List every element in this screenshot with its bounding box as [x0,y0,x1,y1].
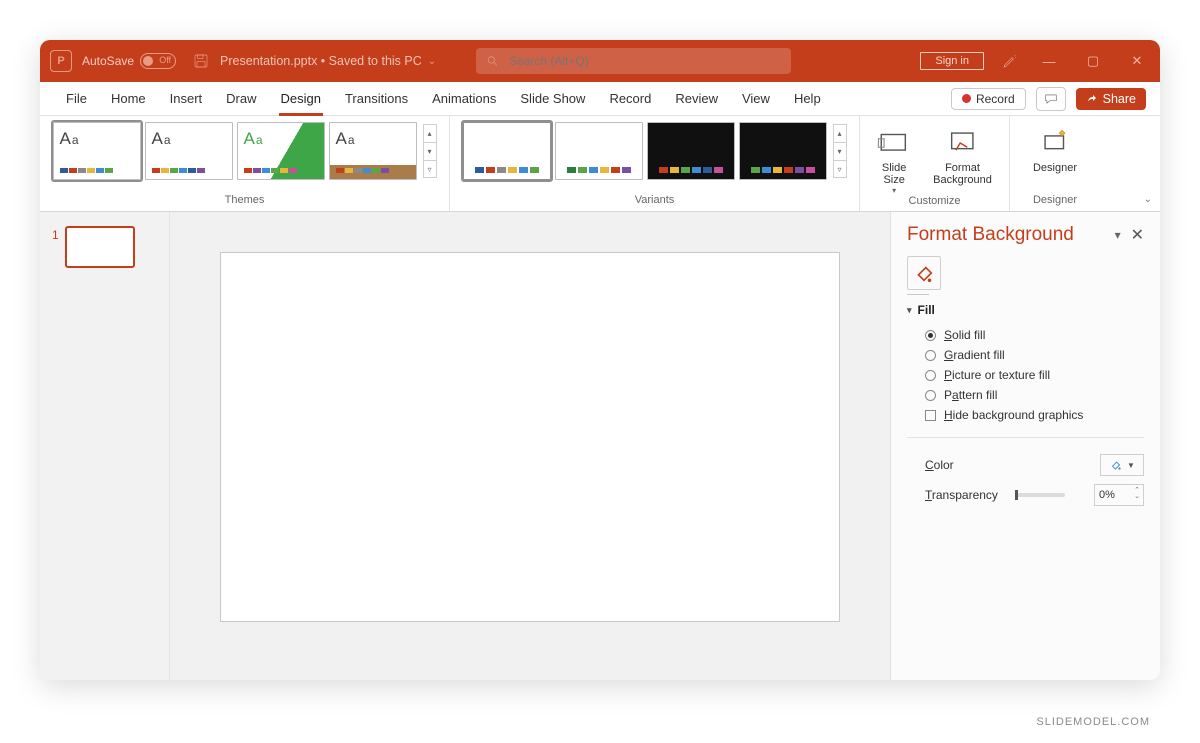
close-button[interactable]: ✕ [1124,53,1150,69]
slide-thumbnail-1[interactable] [65,226,135,268]
pencil-sparkle-icon[interactable] [1002,53,1018,69]
variant-1[interactable] [463,122,551,180]
tab-transitions[interactable]: Transitions [333,82,420,116]
fill-color-button[interactable]: ▼ [1100,454,1144,476]
slide-thumbnails-pane[interactable]: 1 [40,212,170,680]
tab-home[interactable]: Home [99,82,158,116]
slide-canvas[interactable] [220,252,840,622]
maximize-button[interactable]: ▢ [1080,53,1106,69]
fill-gradient-option[interactable]: Gradient fill [907,345,1144,365]
minimize-button[interactable]: — [1036,54,1062,69]
group-customize: Slide Size ▾ Format Background Customize [860,116,1010,211]
title-bar: P AutoSave Off Presentation.pptx • Saved… [40,40,1160,82]
hide-bg-graphics-checkbox[interactable]: Hide background graphics [907,405,1144,425]
comments-button[interactable] [1036,87,1066,111]
slide-canvas-area [170,212,890,680]
record-dot-icon [962,94,971,103]
group-variants: ▴▾▿ Variants [450,116,860,211]
autosave-label: AutoSave [82,54,134,68]
tab-design[interactable]: Design [269,82,333,116]
tab-record[interactable]: Record [597,82,663,116]
fill-section-header[interactable]: ▾Fill [907,303,1144,317]
fill-solid-option[interactable]: Solid fill [907,325,1144,345]
work-area: 1 Format Background ▾ ✕ ▾Fill [40,212,1160,680]
chevron-down-icon[interactable]: ⌄ [428,56,436,67]
theme-4[interactable]: Aa [329,122,417,180]
app-window: P AutoSave Off Presentation.pptx • Saved… [40,40,1160,680]
pane-title: Format Background [907,224,1109,246]
ribbon-panel: Aa Aa Aa Aa ▴▾▿ [40,116,1160,212]
pane-options-icon[interactable]: ▾ [1115,228,1121,242]
tab-review[interactable]: Review [663,82,730,116]
variants-gallery-scroll[interactable]: ▴▾▿ [833,122,847,180]
fill-picture-option[interactable]: Picture or texture fill [907,365,1144,385]
pane-close-button[interactable]: ✕ [1131,225,1144,245]
format-background-button[interactable]: Format Background [925,122,1000,195]
format-background-pane: Format Background ▾ ✕ ▾Fill Solid fill G… [890,212,1160,680]
document-title[interactable]: Presentation.pptx • Saved to this PC [220,54,422,68]
tab-help[interactable]: Help [782,82,833,116]
fill-color-control: Color ▼ [907,450,1144,480]
fill-pattern-option[interactable]: Pattern fill [907,385,1144,405]
transparency-slider[interactable] [1015,493,1065,497]
record-button[interactable]: Record [951,88,1026,110]
ribbon-tabs: File Home Insert Draw Design Transitions… [40,82,1160,116]
save-icon[interactable] [192,52,210,70]
sign-in-button[interactable]: Sign in [920,52,984,70]
tab-slideshow[interactable]: Slide Show [508,82,597,116]
tab-insert[interactable]: Insert [158,82,215,116]
transparency-control: Transparency 0% [907,480,1144,510]
theme-2[interactable]: Aa [145,122,233,180]
slide-number: 1 [52,228,59,242]
transparency-spinbox[interactable]: 0% [1094,484,1144,506]
group-designer: Designer Designer [1010,116,1100,211]
fill-category-icon[interactable] [907,256,941,290]
collapse-ribbon-icon[interactable]: ⌄ [1144,194,1152,205]
watermark: SLIDEMODEL.COM [1036,716,1150,728]
tab-view[interactable]: View [730,82,782,116]
tab-file[interactable]: File [54,82,99,116]
search-input[interactable] [509,54,781,68]
tab-draw[interactable]: Draw [214,82,268,116]
slide-size-button[interactable]: Slide Size ▾ [869,122,919,195]
autosave-toggle[interactable]: Off [140,53,176,69]
powerpoint-icon: P [50,50,72,72]
theme-3[interactable]: Aa [237,122,325,180]
group-themes: Aa Aa Aa Aa ▴▾▿ [40,116,450,211]
variant-3[interactable] [647,122,735,180]
themes-gallery-scroll[interactable]: ▴▾▿ [423,122,437,180]
variant-2[interactable] [555,122,643,180]
theme-office[interactable]: Aa [53,122,141,180]
share-button[interactable]: Share [1076,88,1146,110]
search-box[interactable] [476,48,791,74]
tab-animations[interactable]: Animations [420,82,508,116]
designer-button[interactable]: Designer [1025,122,1085,174]
variant-4[interactable] [739,122,827,180]
